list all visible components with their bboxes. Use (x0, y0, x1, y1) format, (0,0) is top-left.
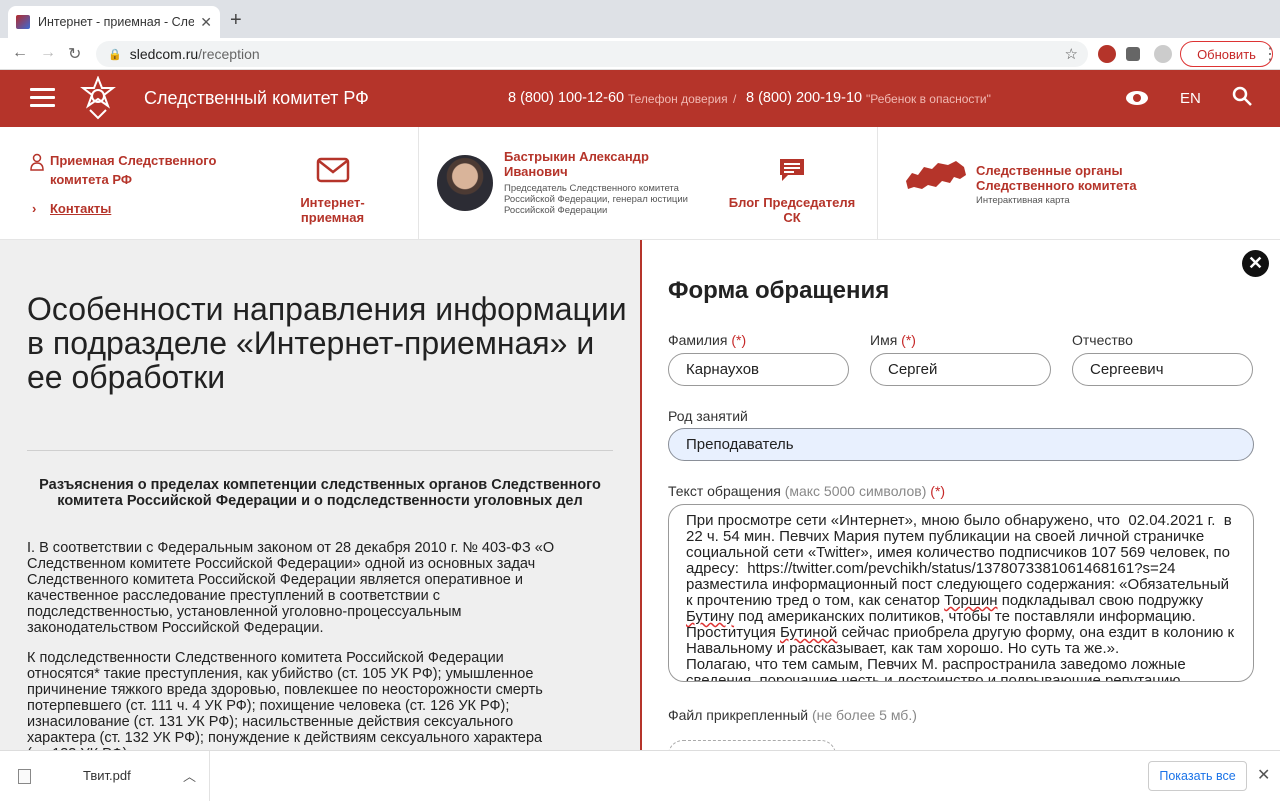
appeal-form: ✕ Форма обращения Фамилия (*) Карнаухов … (642, 240, 1280, 750)
tab-title: Интернет - приемная - Следс (38, 15, 195, 29)
emblem-icon (80, 76, 116, 120)
chairman-avatar[interactable] (437, 155, 493, 211)
blog-label: Блог Председателя СК (728, 195, 856, 225)
phone-child[interactable]: 8 (800) 200-19-10 (746, 90, 862, 106)
article-title: Особенности направления информации в под… (27, 291, 627, 395)
lastname-field[interactable]: Карнаухов (668, 353, 849, 386)
close-icon[interactable]: ✕ (1257, 765, 1270, 785)
file-upload-button[interactable] (668, 740, 836, 750)
phone-child-note: "Ребенок в опасности" (866, 92, 991, 106)
article-panel: Особенности направления информации в под… (0, 240, 640, 750)
phone-trust[interactable]: 8 (800) 100-12-60 (508, 90, 624, 106)
appeal-text-field[interactable]: При просмотре сети «Интернет», мною было… (668, 504, 1254, 682)
russia-map-icon[interactable] (904, 159, 968, 193)
browser-tab[interactable]: Интернет - приемная - Следс ✕ (8, 6, 220, 38)
favicon-icon (16, 15, 30, 29)
search-icon[interactable] (1232, 86, 1254, 108)
url-path: /reception (198, 46, 260, 62)
firstname-label: Имя (*) (870, 332, 916, 348)
bookmark-star-icon[interactable]: ☆ (1065, 45, 1078, 63)
lock-icon: 🔒 (108, 48, 122, 61)
close-button[interactable]: ✕ (1242, 250, 1269, 277)
chairman-description: Председатель Следственного комитета Росс… (504, 183, 688, 216)
url-domain: sledcom.ru (129, 46, 199, 62)
patronymic-field[interactable]: Сергеевич (1072, 353, 1253, 386)
divider (418, 127, 419, 240)
organs-description: Интерактивная карта (976, 195, 1070, 206)
download-file-name: Твит.pdf (83, 768, 131, 783)
download-bar: Твит.pdf ︿ Показать все ✕ (0, 750, 1280, 801)
chairman-name: Бастрыкин Александр Иванович (504, 149, 649, 179)
profile-icon[interactable] (1154, 45, 1172, 63)
chat-icon (780, 159, 804, 181)
chairman-card[interactable]: Бастрыкин Александр Иванович Председател… (504, 149, 694, 216)
form-title: Форма обращения (668, 277, 890, 304)
back-icon[interactable]: ← (12, 44, 28, 62)
show-all-button[interactable]: Показать все (1148, 761, 1247, 791)
article-paragraph: I. В соответствии с Федеральным законом … (27, 540, 555, 636)
chevron-up-icon[interactable]: ︿ (183, 766, 196, 785)
tab-close-icon[interactable]: ✕ (200, 14, 212, 31)
reception-label: Приемная Следственного комитета РФ (50, 153, 217, 187)
file-label: Файл прикрепленный (не более 5 мб.) (668, 707, 917, 723)
blog-link[interactable]: Блог Председателя СК (722, 157, 862, 225)
contacts-link[interactable]: Контакты (50, 201, 111, 216)
forward-icon[interactable]: → (40, 44, 56, 62)
internet-reception-link[interactable]: Интернет-приемная (270, 157, 395, 225)
browser-tabbar: Интернет - приемная - Следс ✕ + (0, 0, 1280, 38)
occupation-field[interactable]: Преподаватель (668, 428, 1254, 461)
mail-icon (316, 157, 349, 183)
divider (877, 127, 878, 240)
occupation-label: Род занятий (668, 408, 748, 424)
lastname-label: Фамилия (*) (668, 332, 747, 348)
new-tab-icon[interactable]: + (230, 9, 242, 32)
extension-icon[interactable] (1098, 45, 1116, 63)
site-header: Следственный комитет РФ 8 (800) 100-12-6… (0, 70, 1280, 127)
reload-icon[interactable]: ↻ (68, 44, 81, 64)
site-name[interactable]: Следственный комитет РФ (144, 88, 369, 109)
patronymic-label: Отчество (1072, 332, 1133, 348)
user-icon (30, 153, 44, 171)
article-subtitle: Разъяснения о пределах компетенции следс… (39, 477, 601, 509)
organs-label: Следственные органы Следственного комите… (976, 163, 1137, 193)
address-bar: ← → ↻ 🔒 sledcom.ru/reception ☆ Обновить … (0, 38, 1280, 70)
reception-link[interactable]: Приемная Следственного комитета РФ (30, 151, 270, 189)
url-field[interactable]: 🔒 sledcom.ru/reception ☆ (96, 41, 1088, 67)
menu-kebab-icon[interactable]: ⋮ (1262, 44, 1278, 64)
firstname-field[interactable]: Сергей (870, 353, 1051, 386)
phone-separator: / (733, 92, 737, 106)
divider (27, 450, 613, 451)
puzzle-icon[interactable] (1126, 47, 1140, 61)
organs-link[interactable]: Следственные органы Следственного комите… (976, 163, 1216, 206)
language-switch[interactable]: EN (1180, 90, 1201, 107)
update-button[interactable]: Обновить (1180, 41, 1273, 67)
quick-links: Приемная Следственного комитета РФ › Кон… (0, 127, 1280, 240)
text-label: Текст обращения (макс 5000 символов) (*) (668, 483, 946, 499)
accessibility-eye-icon[interactable] (1125, 88, 1149, 108)
menu-icon[interactable] (30, 88, 55, 112)
pdf-file-icon (18, 769, 31, 784)
article-paragraph: К подследственности Следственного комите… (27, 650, 543, 750)
download-item[interactable]: Твит.pdf ︿ (0, 751, 210, 801)
internet-reception-label: Интернет-приемная (300, 195, 365, 225)
phone-trust-note: Телефон доверия (628, 92, 728, 106)
chevron-right-icon: › (32, 201, 37, 216)
